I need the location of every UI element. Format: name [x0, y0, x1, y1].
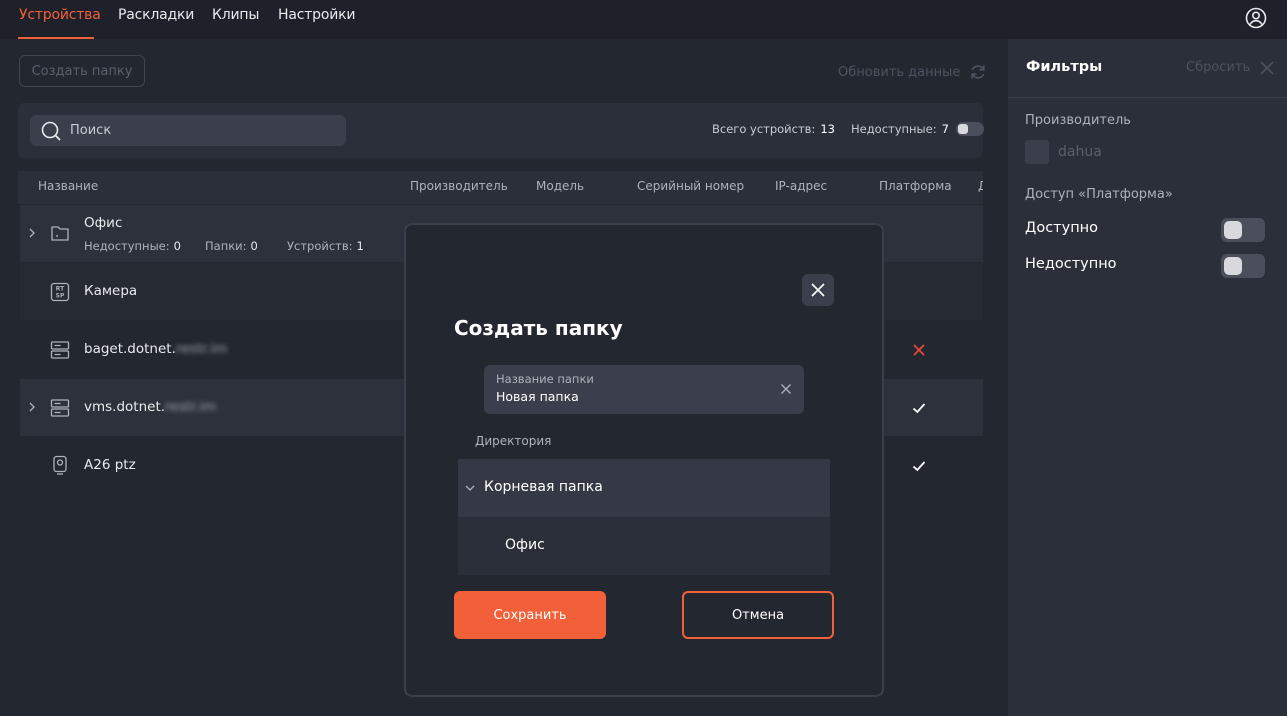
directory-label: Директория: [475, 434, 552, 448]
cancel-button[interactable]: Отмена: [682, 591, 834, 639]
folder-name-field[interactable]: Название папки: [484, 365, 804, 414]
create-folder-dialog: Создать папку Название папки Директория …: [404, 223, 884, 697]
tree-item-office[interactable]: Офис: [458, 517, 830, 575]
clear-icon[interactable]: [780, 383, 792, 395]
dialog-title: Создать папку: [454, 316, 623, 340]
directory-tree: Корневая папка Офис: [458, 459, 830, 575]
tree-root-label: Корневая папка: [484, 479, 603, 495]
tree-item-root[interactable]: Корневая папка: [458, 459, 830, 517]
dialog-close-button[interactable]: [802, 274, 834, 306]
folder-name-label: Название папки: [496, 372, 594, 386]
chevron-down-icon[interactable]: [464, 482, 476, 494]
close-icon: [811, 283, 825, 297]
tree-child-label: Офис: [505, 537, 545, 553]
save-button[interactable]: Сохранить: [454, 591, 606, 639]
folder-name-input[interactable]: [496, 389, 766, 404]
